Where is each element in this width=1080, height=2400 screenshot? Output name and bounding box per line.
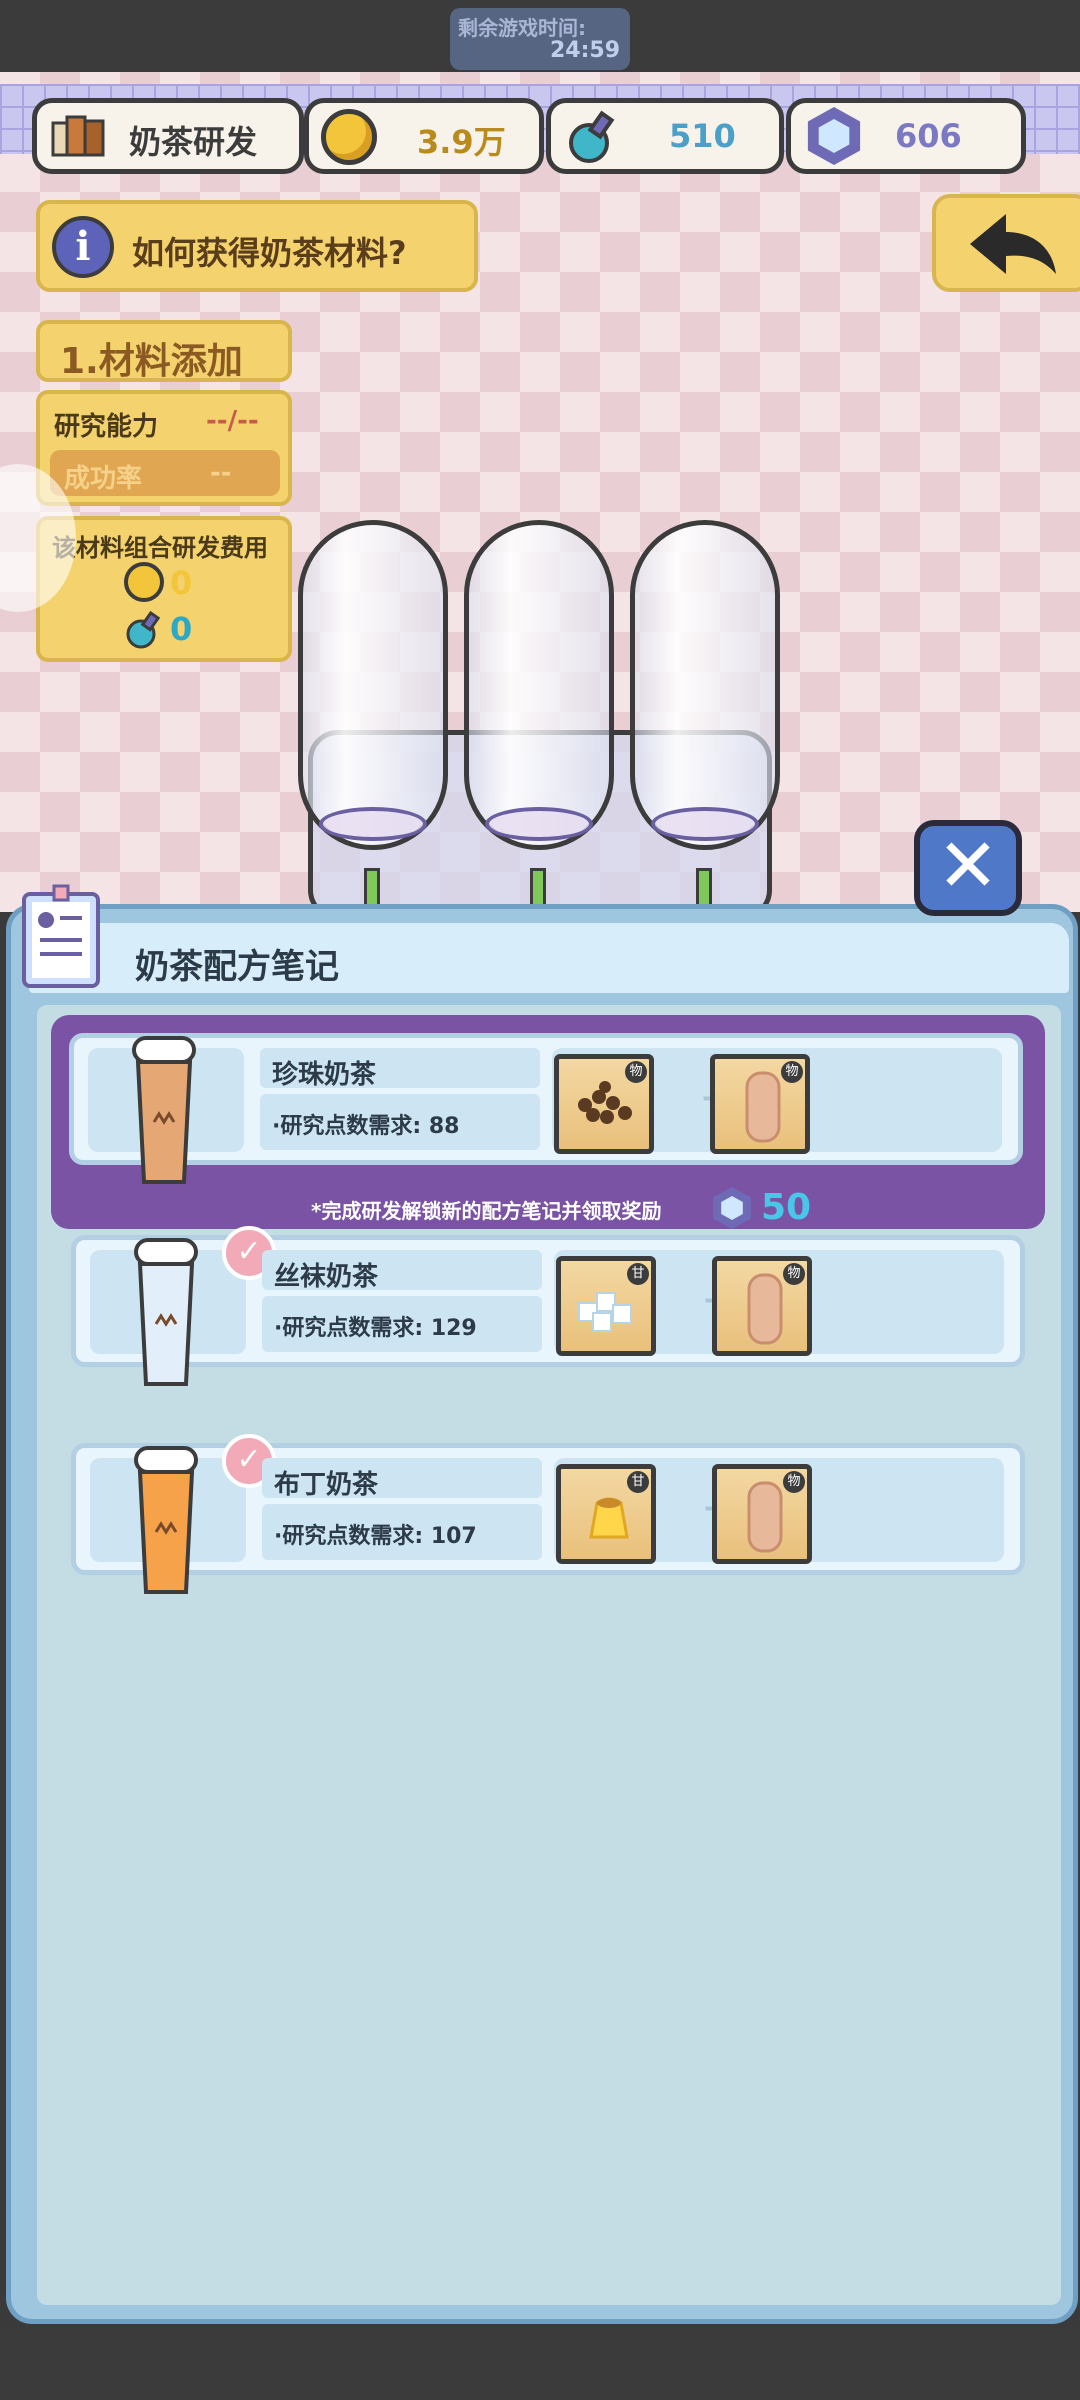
panel-header: 奶茶配方笔记	[29, 923, 1069, 993]
gem-icon	[807, 107, 861, 165]
cup-frame	[90, 1446, 246, 1594]
close-button[interactable]: ✕	[914, 820, 1022, 916]
recipe-name: 布丁奶茶	[274, 1470, 379, 1500]
success-rate-bar: 成功率 --	[50, 450, 280, 496]
recipe-card-content: 珍珠奶茶 ·研究点数需求: 88 物 +	[69, 1033, 1023, 1184]
ingredient-tag: 物	[783, 1471, 805, 1493]
cup-frame	[88, 1036, 244, 1184]
ingredient-tag: 甘	[627, 1263, 649, 1285]
tube-stem	[696, 868, 712, 908]
research-ability-value: --/--	[206, 406, 259, 436]
milk-tea-base-icon[interactable]: 物	[712, 1464, 812, 1564]
recipe-notes-panel: 奶茶配方笔记 珍珠奶茶 ·研究点数需求: 88 物 物 *完成研发解锁新的配方笔…	[6, 904, 1078, 2324]
success-rate-label: 成功率	[64, 464, 143, 494]
recipe-card[interactable]: ✓ 布丁奶茶 ·研究点数需求: 107 甘 +	[71, 1434, 1025, 1594]
ingredient-tag: 物	[783, 1263, 805, 1285]
tube-stem	[364, 868, 380, 908]
cost-potion-value: 0	[170, 610, 193, 648]
tea-glass	[747, 1481, 783, 1553]
panel-title: 奶茶配方笔记	[135, 947, 339, 987]
back-arrow-icon	[970, 214, 1056, 274]
tube-stem	[530, 868, 546, 908]
back-button[interactable]	[932, 194, 1080, 292]
gem-amount: 606	[895, 117, 962, 155]
recipe-requirement: ·研究点数需求: 129	[274, 1316, 477, 1341]
tube-base	[319, 807, 427, 841]
recipe-list: 珍珠奶茶 ·研究点数需求: 88 物 +	[37, 1005, 1061, 2305]
sugar-cubes-icon[interactable]: 甘	[556, 1256, 656, 1356]
potion-flask-icon	[569, 110, 615, 163]
recipe-requirement: ·研究点数需求: 88	[272, 1114, 460, 1139]
gold-counter[interactable]: 3.9万	[304, 98, 544, 174]
tube-base	[651, 807, 759, 841]
info-icon: i	[52, 216, 114, 278]
recipe-name: 珍珠奶茶	[272, 1060, 377, 1090]
pearls-cluster	[578, 1081, 632, 1124]
how-to-get-materials-button[interactable]: i 如何获得奶茶材料?	[36, 200, 478, 292]
step-title-badge: 1.材料添加	[36, 320, 292, 382]
recipe-requirement: ·研究点数需求: 107	[274, 1524, 477, 1549]
ingredient-row: 甘 + 物	[554, 1250, 1004, 1356]
gold-coin-icon	[124, 562, 164, 602]
recipe-name: 丝袜奶茶	[274, 1262, 379, 1292]
cost-gold-value: 0	[170, 564, 193, 602]
remaining-time-value: 24:59	[549, 38, 620, 63]
step-title: 1.材料添加	[60, 341, 243, 382]
books-icon	[51, 115, 105, 157]
gem-counter[interactable]: 606	[786, 98, 1026, 174]
recipe-name-box: 珍珠奶茶	[260, 1048, 540, 1090]
potion-amount: 510	[669, 117, 736, 155]
recipe-card[interactable]: ✓ 丝袜奶茶 ·研究点数需求: 129 甘 + 物	[71, 1226, 1025, 1386]
reward-gem-icon	[713, 1187, 751, 1229]
sugar-cubes	[578, 1292, 632, 1332]
ingredient-tube-1[interactable]	[298, 520, 448, 850]
pudding-icon[interactable]: 甘	[556, 1464, 656, 1564]
reward-value: 50	[761, 1187, 812, 1228]
gold-coin-icon	[321, 109, 377, 165]
recipe-requirement-box: ·研究点数需求: 107	[262, 1504, 542, 1560]
pudding-milk-tea-cup-icon	[134, 1446, 198, 1594]
research-title: 奶茶研发	[129, 123, 258, 161]
milk-tea-base-icon[interactable]: 物	[710, 1054, 810, 1154]
ingredient-tag: 物	[625, 1061, 647, 1083]
recipe-notebook-icon	[22, 884, 100, 988]
gold-amount: 3.9万	[417, 123, 506, 161]
ingredient-tube-3[interactable]	[630, 520, 780, 850]
recipe-name-box: 布丁奶茶	[262, 1458, 542, 1500]
tapioca-pearls-icon[interactable]: 物	[554, 1054, 654, 1154]
ingredient-tube-2[interactable]	[464, 520, 614, 850]
ingredient-tag: 甘	[627, 1471, 649, 1493]
pudding	[589, 1497, 629, 1539]
potion-counter[interactable]: 510	[546, 98, 784, 174]
research-ability-label: 研究能力	[54, 412, 159, 442]
pearl-milk-tea-cup-icon	[132, 1036, 196, 1184]
tube-base	[485, 807, 593, 841]
tea-glass	[745, 1071, 781, 1143]
recipe-card-highlighted[interactable]: 珍珠奶茶 ·研究点数需求: 88 物 +	[51, 1015, 1045, 1229]
recipe-requirement-box: ·研究点数需求: 129	[262, 1296, 542, 1352]
ingredient-tag: 物	[781, 1061, 803, 1083]
milk-tea-base-icon[interactable]: 物	[712, 1256, 812, 1356]
reward-note: *完成研发解锁新的配方笔记并领取奖励	[311, 1199, 662, 1223]
research-stats-panel: 研究能力 --/-- 成功率 --	[36, 390, 292, 506]
recipe-requirement-box: ·研究点数需求: 88	[260, 1094, 540, 1150]
how-to-get-materials-label: 如何获得奶茶材料?	[132, 234, 407, 272]
tea-glass	[747, 1273, 783, 1345]
ingredient-row: 物 + 物	[552, 1048, 1002, 1154]
remaining-time-label: 剩余游戏时间:	[458, 16, 586, 40]
recipe-name-box: 丝袜奶茶	[262, 1250, 542, 1292]
remaining-time-panel: 剩余游戏时间: 24:59	[450, 8, 630, 70]
potion-flask-icon	[126, 610, 161, 649]
research-cost-label: 该材料组合研发费用	[52, 534, 268, 562]
ingredient-row: 甘 + 物	[554, 1458, 1004, 1564]
research-title-badge: 奶茶研发	[32, 98, 304, 174]
success-rate-value: --	[210, 458, 232, 488]
silk-stocking-milk-tea-cup-icon	[134, 1238, 198, 1386]
navigation-bar	[0, 2330, 1080, 2400]
cup-frame	[90, 1238, 246, 1386]
